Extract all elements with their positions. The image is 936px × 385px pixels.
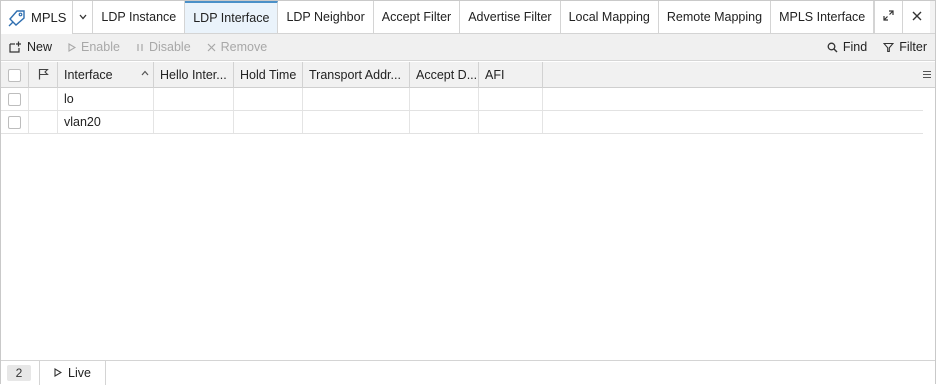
flag-icon: [38, 68, 49, 83]
select-all-cell: [1, 62, 29, 88]
search-icon: [827, 42, 838, 53]
restore-icon: [883, 10, 894, 24]
find-label: Find: [842, 40, 868, 54]
select-all-checkbox[interactable]: [8, 68, 21, 82]
tab-mpls-interface[interactable]: MPLS Interface: [771, 1, 875, 33]
interface-cell: vlan20: [58, 111, 154, 133]
status-bar: 2 Live: [1, 360, 935, 385]
row-select-cell: [1, 111, 29, 133]
live-button[interactable]: Live: [40, 360, 106, 385]
transport-address-cell: [303, 111, 410, 133]
interface-cell: lo: [58, 88, 154, 110]
column-label: Hold Time: [240, 68, 297, 82]
ldp-interface-table: Interface Hello Inter... Hold Time Trans…: [1, 62, 935, 359]
column-header-accept-dynamic[interactable]: Accept D...: [410, 62, 479, 88]
tab-remote-mapping[interactable]: Remote Mapping: [658, 1, 772, 33]
close-icon: [912, 10, 922, 24]
tab-label: LDP Neighbor: [286, 10, 365, 24]
tag-icon: [7, 8, 27, 28]
column-header-hello-interval[interactable]: Hello Inter...: [154, 62, 234, 88]
column-label: Interface: [64, 68, 113, 82]
play-icon: [54, 368, 62, 377]
mpls-window: MPLS LDP Instance LDP Interface LDP Neig…: [0, 0, 936, 385]
item-count-badge: 2: [7, 364, 31, 381]
tab-label: Accept Filter: [381, 10, 452, 24]
column-header-hold-time[interactable]: Hold Time: [234, 62, 303, 88]
remove-button[interactable]: Remove: [199, 34, 276, 61]
afi-cell: [479, 88, 543, 110]
close-button[interactable]: [902, 1, 931, 33]
filter-button[interactable]: Filter: [875, 34, 935, 61]
remove-icon: [207, 43, 216, 52]
toolbar: New Enable Disable Remove Find Filter: [1, 34, 935, 61]
restore-button[interactable]: [874, 1, 903, 33]
flag-cell: [29, 111, 58, 133]
tab-ldp-interface[interactable]: LDP Interface: [185, 1, 279, 33]
filter-label: Filter: [899, 40, 927, 54]
hello-interval-cell: [154, 111, 234, 133]
flag-cell: [29, 88, 58, 110]
tab-label: LDP Interface: [193, 11, 270, 25]
enable-button[interactable]: Enable: [60, 34, 128, 61]
accept-dynamic-cell: [410, 111, 479, 133]
column-header-interface[interactable]: Interface: [58, 62, 154, 88]
column-label: Accept D...: [416, 68, 478, 82]
play-icon: [68, 42, 77, 52]
pause-icon: [136, 43, 144, 52]
new-button[interactable]: New: [1, 34, 60, 61]
tab-local-mapping[interactable]: Local Mapping: [560, 1, 659, 33]
column-label: Hello Inter...: [160, 68, 227, 82]
tab-advertise-filter[interactable]: Advertise Filter: [460, 1, 561, 33]
live-label: Live: [68, 365, 91, 380]
window-title: MPLS: [1, 1, 74, 34]
sort-ascending-icon: [141, 68, 149, 78]
row-checkbox[interactable]: [8, 115, 21, 129]
disable-label: Disable: [148, 40, 191, 54]
column-label: AFI: [485, 68, 505, 82]
column-label: Transport Addr...: [309, 68, 401, 82]
tab-label: LDP Instance: [101, 10, 177, 24]
new-label: New: [27, 40, 53, 54]
column-header-transport-address[interactable]: Transport Addr...: [303, 62, 410, 88]
tab-accept-filter[interactable]: Accept Filter: [373, 1, 461, 33]
hold-time-cell: [234, 88, 303, 110]
chevron-down-icon: [79, 12, 87, 23]
tab-label: Remote Mapping: [666, 10, 763, 24]
column-header-afi[interactable]: AFI: [479, 62, 543, 88]
tab-label: MPLS Interface: [779, 10, 866, 24]
afi-cell: [479, 111, 543, 133]
flag-column-header[interactable]: [29, 62, 58, 88]
hello-interval-cell: [154, 88, 234, 110]
hold-time-cell: [234, 111, 303, 133]
tab-overflow-button[interactable]: [73, 1, 94, 33]
tab-ldp-neighbor[interactable]: LDP Neighbor: [278, 1, 374, 33]
disable-button[interactable]: Disable: [128, 34, 199, 61]
remove-label: Remove: [220, 40, 268, 54]
tab-label: Local Mapping: [568, 10, 650, 24]
find-button[interactable]: Find: [819, 34, 875, 61]
enable-label: Enable: [81, 40, 120, 54]
tab-bar: MPLS LDP Instance LDP Interface LDP Neig…: [1, 1, 935, 34]
table-row[interactable]: vlan20: [1, 111, 923, 134]
tab-label: Advertise Filter: [468, 10, 552, 24]
table-header: Interface Hello Inter... Hold Time Trans…: [1, 62, 935, 88]
tab-ldp-instance[interactable]: LDP Instance: [93, 1, 186, 33]
column-menu-icon[interactable]: [923, 68, 933, 80]
table-row[interactable]: lo: [1, 88, 923, 111]
row-select-cell: [1, 88, 29, 110]
app-title: MPLS: [31, 10, 67, 25]
accept-dynamic-cell: [410, 88, 479, 110]
new-icon: [9, 41, 22, 53]
row-checkbox[interactable]: [8, 92, 21, 106]
transport-address-cell: [303, 88, 410, 110]
filter-icon: [883, 42, 895, 53]
